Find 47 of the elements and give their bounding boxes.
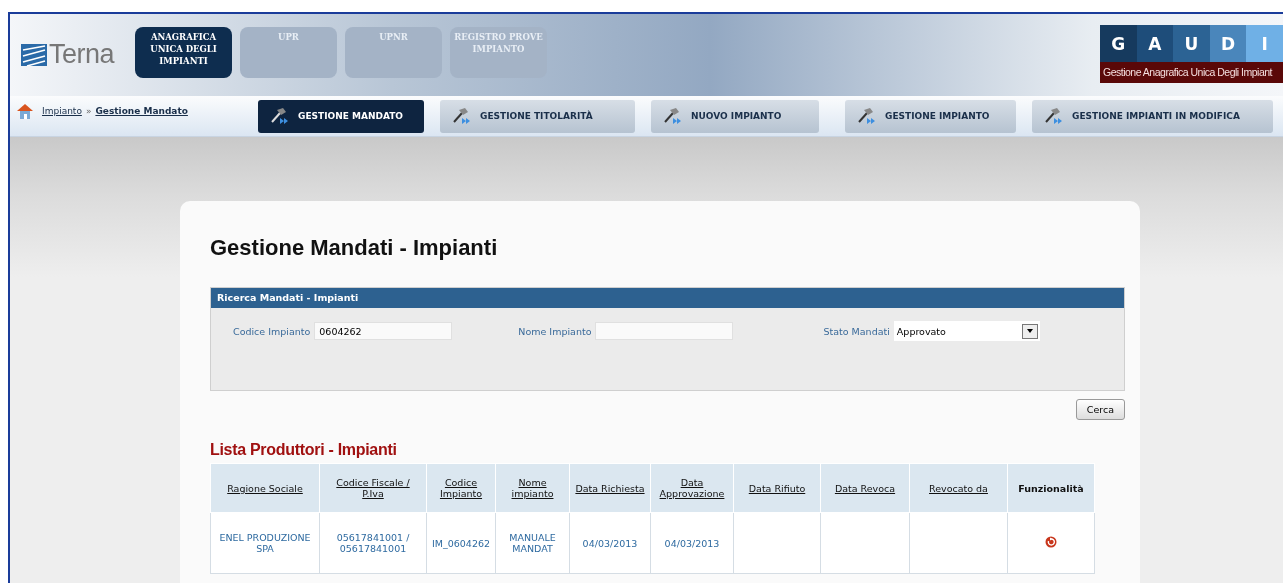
field-label: Nome Impianto xyxy=(518,325,592,337)
breadcrumb-link[interactable]: Gestione Mandato xyxy=(95,106,188,116)
breadcrumb-separator: » xyxy=(85,106,92,116)
column-header[interactable]: Codice Impianto xyxy=(426,463,496,513)
table-cell: 05617841001 / 05617841001 xyxy=(336,532,410,554)
field-label: Codice Impianto xyxy=(233,325,311,337)
nav-button[interactable]: GESTIONE MANDATO xyxy=(258,99,424,133)
column-header[interactable]: Data Richiesta xyxy=(569,463,651,513)
hammer-icon xyxy=(857,106,877,126)
grid-logo-icon xyxy=(21,43,47,66)
column-header[interactable]: Nome impianto xyxy=(495,463,570,513)
page-title: Gestione Mandati - Impianti xyxy=(210,234,499,262)
list-title: Lista Produttori - Impianti xyxy=(210,441,398,460)
nav-button[interactable]: GESTIONE IMPIANTI IN MODIFICA xyxy=(1032,99,1273,133)
refresh-icon[interactable] xyxy=(1045,536,1057,548)
brand-subtitle: Gestione Anagrafica Unica Degli Impiant xyxy=(1100,62,1283,83)
table-cell: ENEL PRODUZIONE SPA xyxy=(219,532,311,554)
caret-icon xyxy=(1025,328,1034,334)
home-icon xyxy=(16,102,34,120)
hammer-icon xyxy=(452,106,472,126)
column-header[interactable]: Data Rifiuto xyxy=(733,463,821,513)
column-header[interactable]: Data Approvazione xyxy=(650,463,734,513)
breadcrumb-link[interactable]: Impianto xyxy=(42,106,82,116)
input-field[interactable]: 0604262 xyxy=(314,322,453,340)
hammer-icon xyxy=(1044,106,1064,126)
logo-text: Terna xyxy=(49,39,115,70)
column-header[interactable]: Codice Fiscale / P.Iva xyxy=(319,463,427,513)
brand-logo: G A U D I xyxy=(1100,25,1283,62)
column-header: Funzionalità xyxy=(1007,463,1095,513)
column-header[interactable]: Data Revoca xyxy=(820,463,910,513)
nav-button[interactable]: GESTIONE TITOLARITÀ xyxy=(440,99,635,133)
table-cell: MANUALE MANDAT xyxy=(509,532,556,554)
nav-button[interactable]: GESTIONE IMPIANTO xyxy=(845,99,1016,133)
status-dropdown[interactable]: Approvato xyxy=(893,321,1040,341)
search-button[interactable]: Cerca xyxy=(1075,399,1125,420)
field-label: Stato Mandati xyxy=(823,325,890,337)
hammer-icon xyxy=(663,106,683,126)
nav-button[interactable]: NUOVO IMPIANTO xyxy=(651,99,819,133)
table-cell: 04/03/2013 xyxy=(664,537,720,549)
hammer-icon xyxy=(270,106,290,126)
module-tab[interactable]: ANAGRAFICA UNICA DEGLI IMPIANTI xyxy=(135,27,232,78)
input-field[interactable] xyxy=(595,322,734,340)
panel-title: Ricerca Mandati - Impianti xyxy=(211,288,1124,308)
table-cell: IM_0604262 xyxy=(431,537,491,549)
column-header[interactable]: Ragione Sociale xyxy=(210,463,320,513)
table-cell: 04/03/2013 xyxy=(582,537,638,549)
column-header[interactable]: Revocato da xyxy=(909,463,1008,513)
